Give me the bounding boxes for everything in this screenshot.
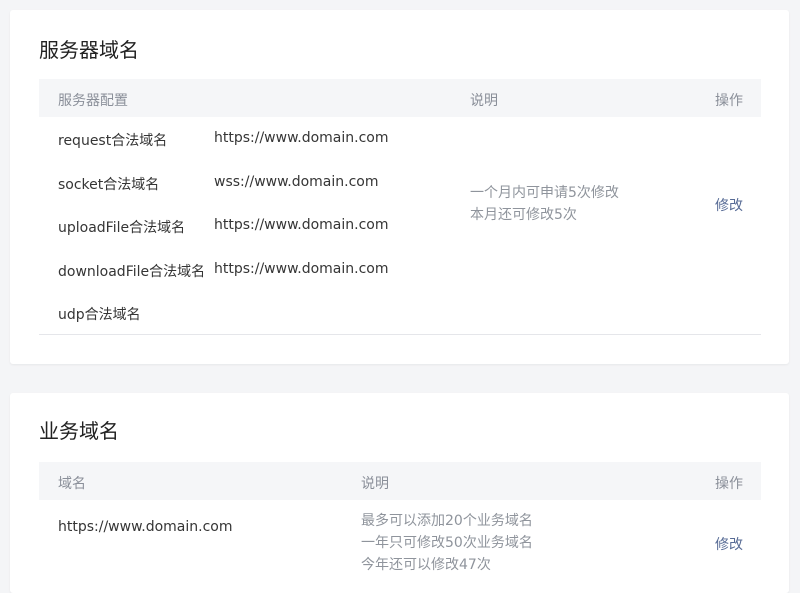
row-value: https://www.domain.com (214, 130, 389, 146)
header-action: 操作 (715, 93, 743, 109)
business-desc-line: 一年只可修改50次业务域名 (361, 535, 533, 551)
header-desc: 说明 (470, 93, 498, 109)
row-value: wss://www.domain.com (214, 174, 379, 190)
header-desc: 说明 (361, 476, 389, 492)
row-name: downloadFile合法域名 (58, 264, 206, 280)
business-domain-value: https://www.domain.com (58, 519, 233, 535)
header-config: 服务器配置 (58, 93, 128, 109)
server-desc: 一个月内可申请5次修改 本月还可修改5次 (470, 182, 619, 226)
business-modify-link[interactable]: 修改 (715, 534, 743, 554)
business-desc-line: 今年还可以修改47次 (361, 557, 491, 573)
business-domain-title: 业务域名 (39, 419, 119, 443)
row-name: uploadFile合法域名 (58, 220, 186, 236)
server-modify-link[interactable]: 修改 (715, 195, 743, 215)
server-table-divider (39, 334, 761, 335)
server-desc-line: 本月还可修改5次 (470, 207, 577, 223)
row-name: udp合法域名 (58, 307, 141, 323)
business-desc-line: 最多可以添加20个业务域名 (361, 513, 533, 529)
business-domain-card: 业务域名 域名 说明 操作 https://www.domain.com 最多可… (10, 393, 789, 593)
server-desc-line: 一个月内可申请5次修改 (470, 185, 619, 201)
server-domain-title: 服务器域名 (39, 38, 139, 62)
business-desc: 最多可以添加20个业务域名 一年只可修改50次业务域名 今年还可以修改47次 (361, 510, 533, 576)
header-domain: 域名 (58, 476, 86, 492)
row-name: socket合法域名 (58, 177, 160, 193)
row-value: https://www.domain.com (214, 261, 389, 277)
row-name: request合法域名 (58, 133, 168, 149)
business-table-header: 域名 说明 操作 (39, 462, 761, 500)
server-domain-card: 服务器域名 服务器配置 说明 操作 request合法域名 https://ww… (10, 10, 789, 364)
header-action: 操作 (715, 476, 743, 492)
row-value: https://www.domain.com (214, 217, 389, 233)
server-table-header: 服务器配置 说明 操作 (39, 79, 761, 117)
